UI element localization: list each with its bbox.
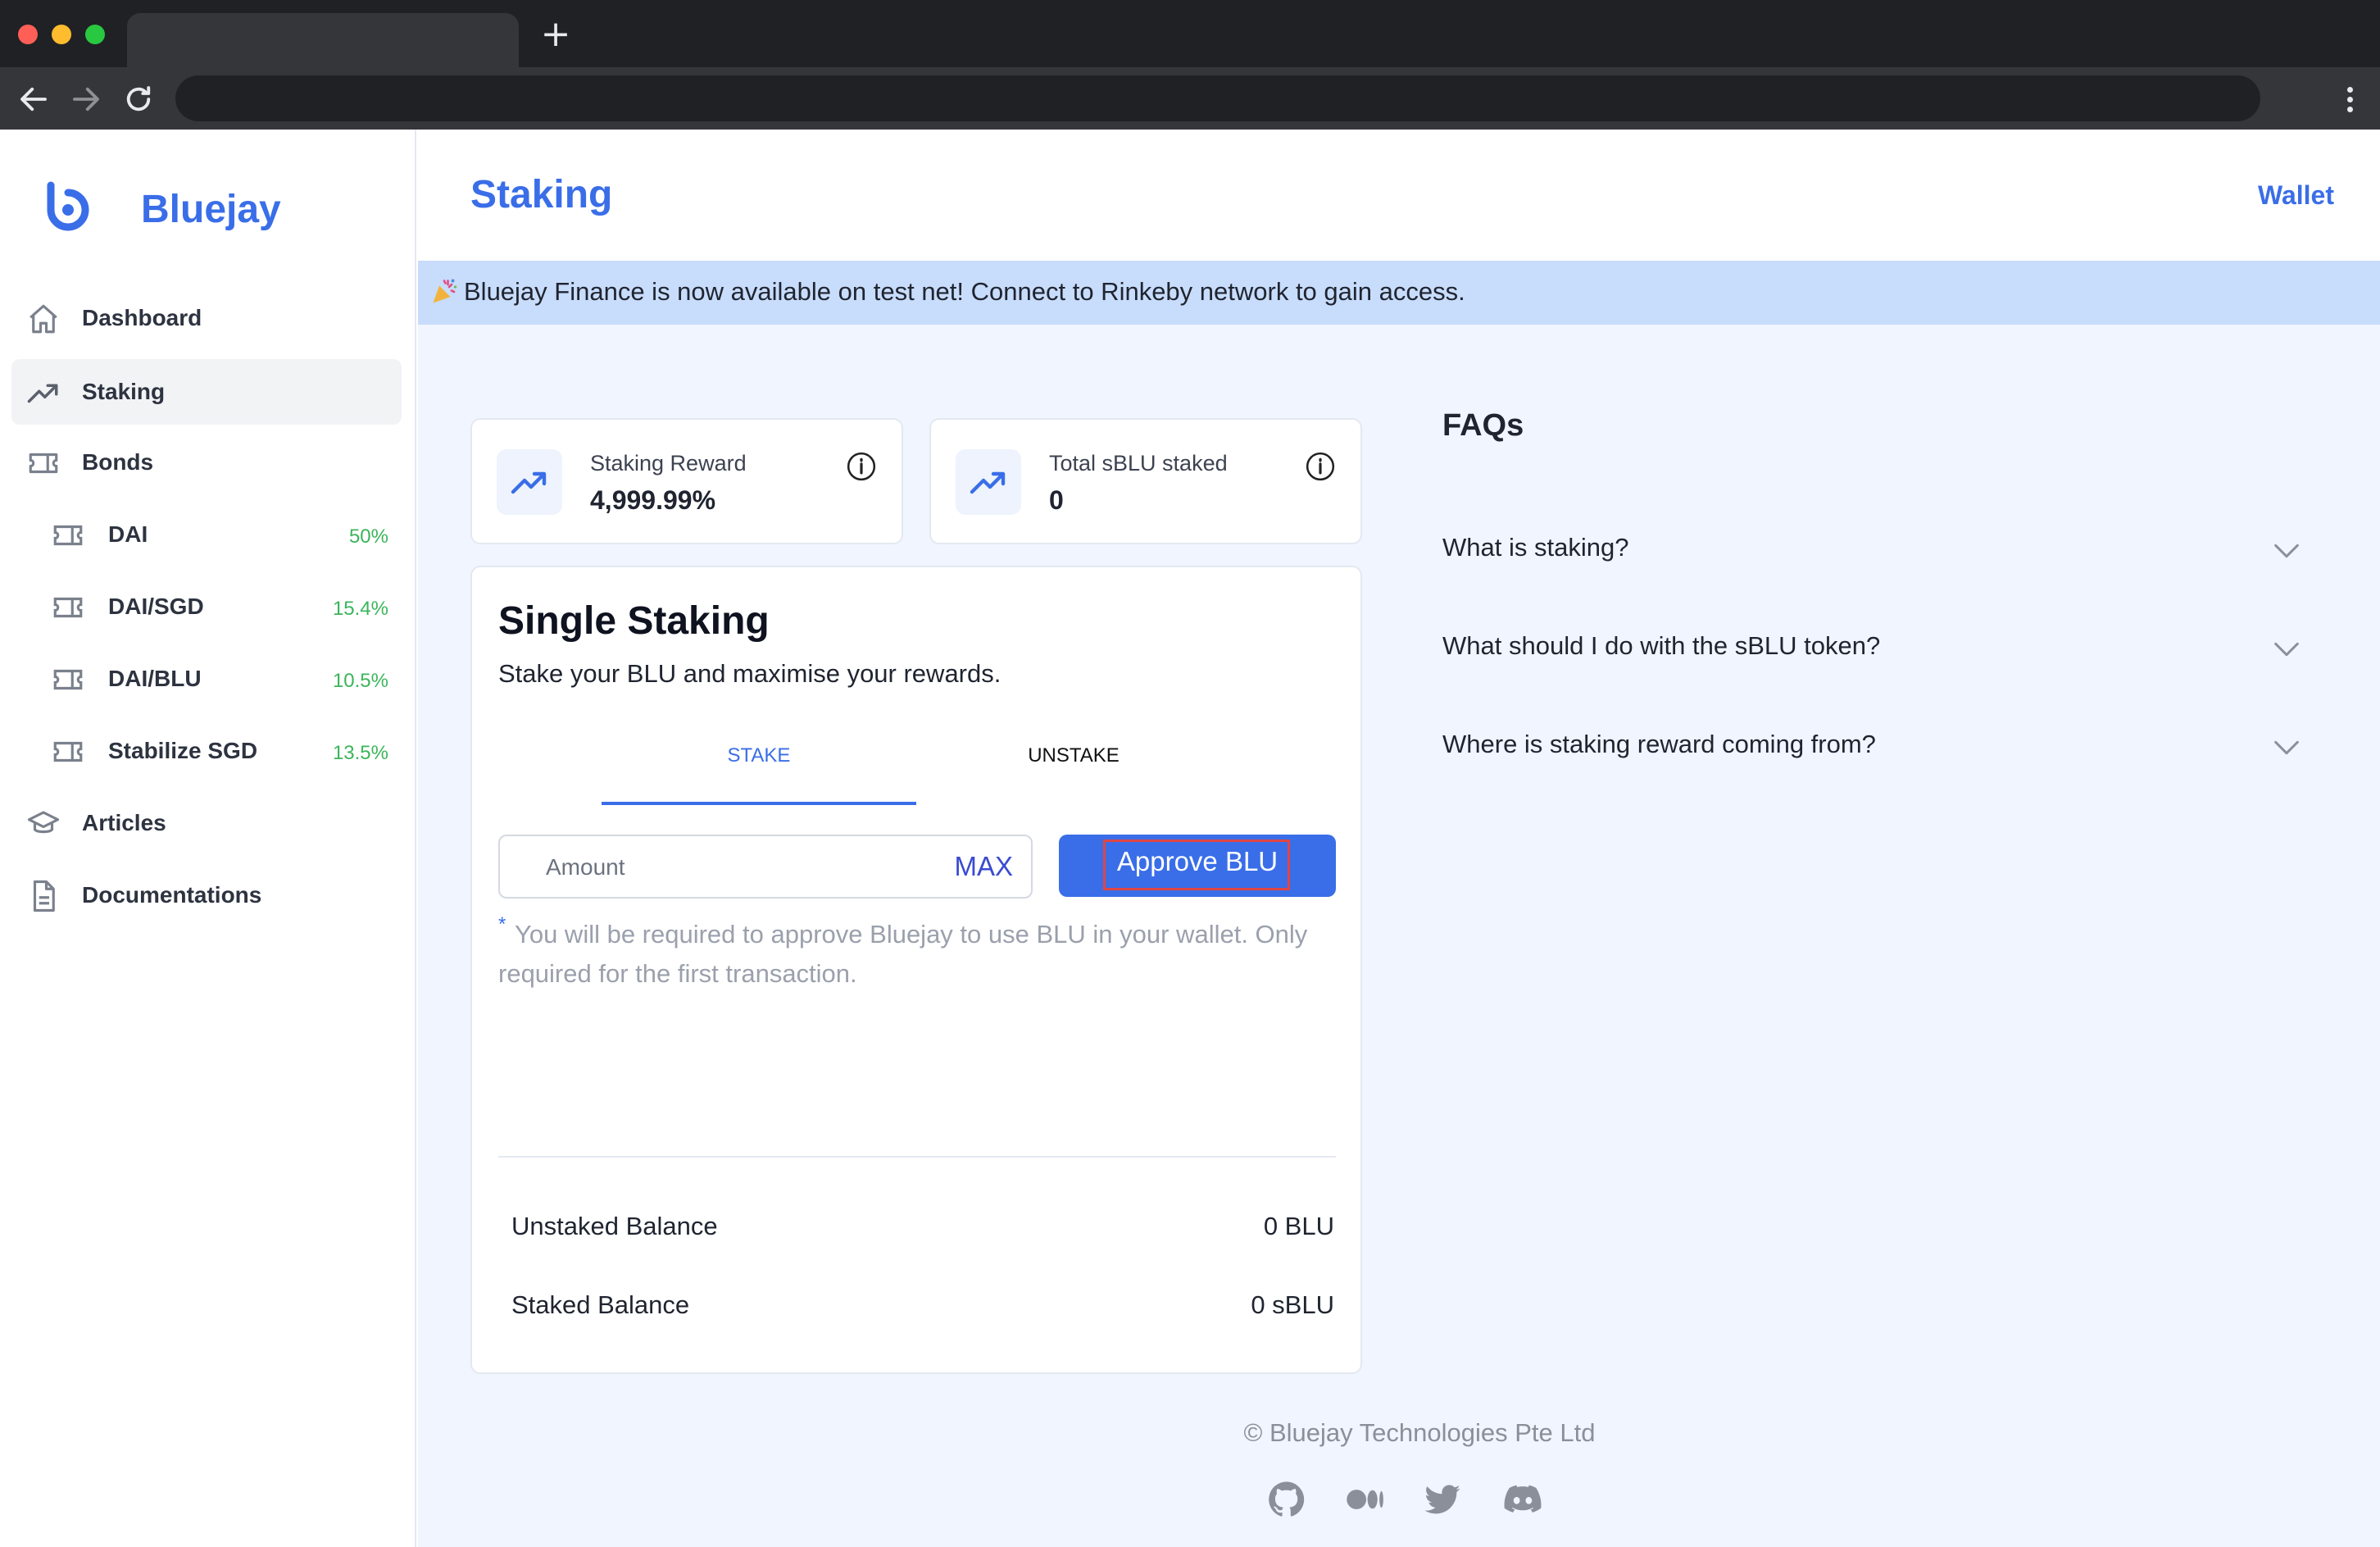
minimize-window-button[interactable] [52, 25, 71, 44]
max-button[interactable]: MAX [954, 851, 1013, 882]
stat-icon-box [956, 449, 1021, 515]
sidebar-bond-dai-sgd[interactable]: DAI/SGD 15.4% [36, 574, 402, 639]
stat-value: 0 [1049, 485, 1064, 515]
single-staking-card: Single Staking Stake your BLU and maximi… [470, 566, 1362, 1374]
page-title: Staking [470, 173, 613, 216]
sidebar-item-bonds[interactable]: Bonds [11, 430, 402, 495]
tab-stake[interactable]: STAKE [602, 739, 916, 805]
bond-label: DAI/BLU [108, 666, 202, 691]
ticket-icon [53, 525, 83, 546]
card-subtitle: Stake your BLU and maximise your rewards… [498, 659, 1002, 688]
faq-item[interactable]: What should I do with the sBLU token? [1442, 623, 2303, 672]
info-icon[interactable] [846, 451, 877, 482]
graduation-cap-icon [27, 811, 60, 834]
faq-question: What should I do with the sBLU token? [1442, 631, 1881, 660]
sidebar-item-label: Bonds [82, 449, 154, 475]
sidebar-item-dashboard[interactable]: Dashboard [11, 285, 402, 351]
sidebar-bond-dai-blu[interactable]: DAI/BLU 10.5% [36, 646, 402, 712]
forward-arrow-icon[interactable] [69, 82, 103, 116]
browser-tab-strip: + [0, 0, 2380, 67]
faq-question: Where is staking reward coming from? [1442, 730, 1876, 758]
sidebar-item-documentations[interactable]: Documentations [11, 862, 402, 928]
unstaked-balance-label: Unstaked Balance [511, 1212, 718, 1240]
reload-icon[interactable] [121, 82, 156, 116]
ticket-icon [53, 741, 83, 762]
sidebar-item-label: Articles [82, 810, 166, 835]
bond-rate: 50% [348, 526, 388, 548]
stat-value: 4,999.99% [590, 485, 716, 515]
faq-item[interactable]: What is staking? [1442, 525, 2303, 574]
medium-icon[interactable] [1344, 1478, 1387, 1521]
banner-text: Bluejay Finance is now available on test… [464, 277, 1465, 306]
chevron-down-icon[interactable] [2270, 731, 2303, 764]
amount-placeholder: Amount [546, 854, 625, 880]
divider [498, 1156, 1336, 1158]
trending-up-icon [511, 471, 547, 494]
stat-label: Staking Reward [590, 451, 747, 475]
approve-blu-button[interactable]: Approve BLU [1059, 835, 1336, 897]
sidebar-item-label: Dashboard [82, 305, 202, 330]
github-icon[interactable] [1265, 1478, 1308, 1521]
approve-button-label: Approve BLU [1116, 846, 1279, 876]
approval-note: You will be required to approve Bluejay … [498, 920, 1308, 988]
chevron-down-icon[interactable] [2270, 535, 2303, 567]
tab-unstake[interactable]: UNSTAKE [916, 739, 1231, 805]
bond-rate: 10.5% [332, 670, 388, 692]
bond-label: DAI [108, 521, 148, 547]
sidebar-bond-dai[interactable]: DAI 50% [36, 502, 402, 567]
card-title: Single Staking [498, 599, 770, 643]
ticket-icon [29, 453, 58, 474]
bond-label: Stabilize SGD [108, 738, 258, 763]
sidebar-bond-stabilize-sgd[interactable]: Stabilize SGD 13.5% [36, 718, 402, 784]
bluejay-logo-icon[interactable] [33, 175, 103, 246]
bond-label: DAI/SGD [108, 594, 204, 619]
ticket-icon [53, 669, 83, 690]
faq-item[interactable]: Where is staking reward coming from? [1442, 721, 2303, 771]
ticket-icon [53, 597, 83, 618]
staked-balance-label: Staked Balance [511, 1290, 690, 1319]
brand-name[interactable]: Bluejay [141, 187, 281, 232]
trending-up-icon [27, 384, 58, 403]
sidebar-item-label: Documentations [82, 882, 262, 908]
bond-rate: 13.5% [332, 742, 388, 764]
maximize-window-button[interactable] [85, 25, 105, 44]
sidebar-item-staking[interactable]: Staking [11, 359, 402, 425]
amount-input[interactable]: Amount MAX [498, 835, 1033, 899]
faq-question: What is staking? [1442, 533, 1629, 562]
sidebar-item-label: Staking [82, 379, 166, 404]
page-header: Staking Wallet [418, 130, 2380, 261]
announcement-banner: Bluejay Finance is now available on test… [418, 261, 2380, 325]
discord-icon[interactable] [1501, 1478, 1544, 1521]
browser-tab[interactable] [127, 13, 519, 67]
address-bar[interactable] [175, 75, 2260, 121]
chevron-down-icon[interactable] [2270, 633, 2303, 666]
party-popper-icon [433, 279, 457, 303]
close-window-button[interactable] [18, 25, 38, 44]
bond-rate: 15.4% [332, 598, 388, 620]
wallet-button[interactable]: Wallet [2258, 180, 2334, 211]
info-icon[interactable] [1305, 451, 1336, 482]
main-content: Staking Wallet Bluejay Finance is now av… [418, 130, 2380, 1547]
total-sblu-staked-card: Total sBLU staked 0 [929, 418, 1362, 544]
sidebar-item-articles[interactable]: Articles [11, 790, 402, 856]
home-icon [30, 304, 57, 334]
document-icon [33, 880, 55, 912]
unstaked-balance-value: 0 BLU [1263, 1212, 1334, 1240]
staked-balance-value: 0 sBLU [1251, 1290, 1334, 1319]
back-arrow-icon[interactable] [16, 82, 51, 116]
browser-menu-icon[interactable] [2337, 82, 2362, 116]
stat-icon-box [497, 449, 562, 515]
trending-up-icon [970, 471, 1006, 494]
new-tab-icon[interactable]: + [539, 16, 572, 52]
stat-label: Total sBLU staked [1049, 451, 1228, 475]
faq-title: FAQs [1442, 408, 1524, 443]
sidebar: Bluejay Dashboard Staking Bonds DAI 50% … [0, 130, 416, 1547]
twitter-icon[interactable] [1421, 1478, 1464, 1521]
staking-reward-card: Staking Reward 4,999.99% [470, 418, 903, 544]
footer-copyright: © Bluejay Technologies Pte Ltd [1243, 1418, 1596, 1447]
